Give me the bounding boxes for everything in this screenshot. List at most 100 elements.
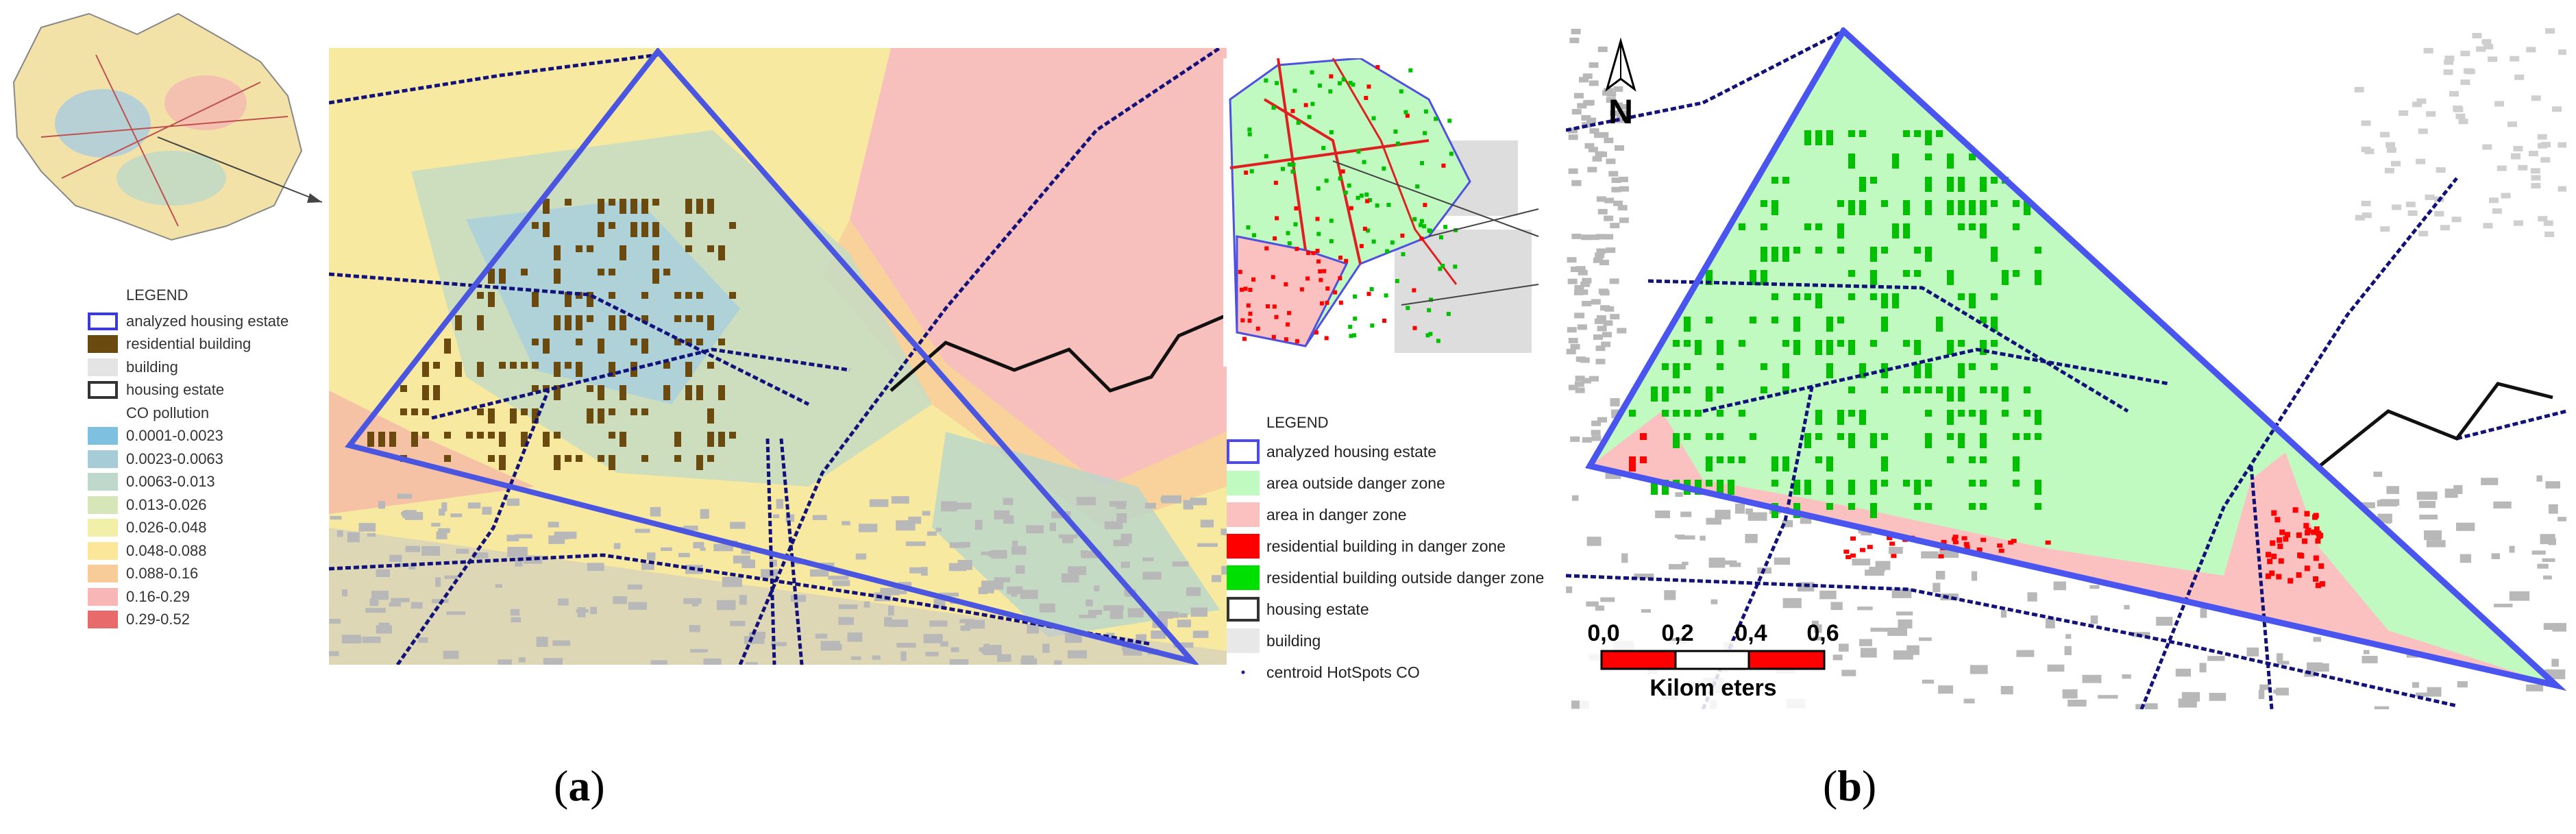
building-footprint — [1575, 376, 1585, 382]
building-footprint — [1655, 510, 1670, 519]
building-footprint — [1400, 233, 1405, 238]
building-footprint — [532, 362, 539, 369]
building-footprint — [2558, 49, 2566, 56]
paren: ) — [1861, 761, 1877, 810]
building-footprint — [1575, 387, 1585, 393]
building-footprint — [576, 315, 582, 330]
building-footprint — [1815, 340, 1822, 355]
building-footprint — [1893, 650, 1913, 660]
building-footprint — [1337, 81, 1342, 86]
building-footprint — [2318, 563, 2324, 569]
scale-tick: 0,4 — [1734, 620, 1767, 646]
building-footprint — [609, 408, 615, 415]
legend-item: 0.048-0.088 — [88, 539, 289, 563]
building-footprint — [1619, 217, 1629, 223]
building-footprint — [1597, 208, 1608, 214]
panel-letter: b — [1837, 761, 1862, 810]
building-footprint — [991, 550, 1007, 559]
building-footprint — [1366, 291, 1371, 296]
building-footprint — [1382, 166, 1386, 171]
building-footprint — [543, 339, 550, 354]
building-footprint — [730, 621, 746, 626]
building-footprint — [1604, 197, 1615, 204]
building-footprint — [1446, 312, 1451, 317]
building-footprint — [2426, 540, 2446, 548]
building-footprint — [620, 315, 626, 330]
legend-swatch — [1227, 534, 1260, 559]
building-footprint — [2313, 576, 2319, 582]
building-footprint — [1771, 480, 1778, 487]
building-footprint — [1991, 200, 1998, 207]
building-footprint — [431, 522, 441, 527]
building-footprint — [2373, 471, 2383, 477]
building-footprint — [2362, 656, 2378, 663]
building-footprint — [1324, 336, 1329, 341]
building-footprint — [1848, 200, 1855, 215]
building-footprint — [828, 576, 849, 580]
legend-swatch — [88, 381, 118, 400]
building-footprint — [565, 199, 572, 206]
building-footprint — [2089, 585, 2100, 589]
building-footprint — [609, 199, 615, 206]
building-footprint — [1020, 589, 1038, 600]
building-footprint — [696, 339, 703, 345]
building-footprint — [1614, 145, 1624, 151]
building-footprint — [1412, 217, 1417, 221]
building-footprint — [1700, 535, 1706, 541]
building-footprint — [1447, 119, 1452, 123]
building-footprint — [2451, 217, 2462, 223]
building-footprint — [1837, 200, 1844, 207]
building-footprint — [543, 222, 550, 237]
building-footprint — [2304, 511, 2310, 517]
legend-swatch — [1227, 597, 1260, 622]
building-footprint — [1925, 480, 1932, 487]
building-footprint — [1695, 410, 1702, 417]
building-footprint — [477, 292, 484, 299]
building-footprint — [2279, 529, 2285, 535]
building-footprint — [2513, 220, 2523, 226]
building-footprint — [1287, 310, 1292, 315]
building-footprint — [1403, 110, 1408, 114]
building-footprint — [1717, 387, 1724, 393]
building-footprint — [2322, 663, 2329, 672]
building-footprint — [1728, 480, 1734, 495]
building-footprint — [1919, 637, 1932, 641]
building-footprint — [620, 199, 626, 214]
panel-b-danger-zone-map: N 0,0 0,2 0,4 0,6 Kilom eters — [1566, 27, 2566, 709]
building-footprint — [1881, 317, 1888, 332]
building-footprint — [820, 641, 840, 651]
building-footprint — [2418, 230, 2429, 236]
building-footprint — [1602, 332, 1612, 338]
building-footprint — [1887, 627, 1907, 636]
building-footprint — [927, 531, 937, 536]
building-footprint — [532, 222, 539, 229]
building-footprint — [2278, 558, 2284, 564]
legend-swatch — [88, 450, 118, 468]
north-label: N — [1608, 93, 1633, 131]
building-footprint — [362, 636, 381, 643]
building-footprint — [1593, 257, 1603, 263]
building-footprint — [2354, 86, 2364, 93]
building-footprint — [863, 601, 870, 608]
building-footprint — [1892, 223, 1899, 238]
building-footprint — [400, 385, 407, 392]
building-footprint — [1641, 609, 1651, 613]
building-footprint — [739, 595, 747, 605]
building-footprint — [2491, 553, 2500, 559]
paren: ) — [590, 761, 605, 810]
building-footprint — [1651, 387, 1658, 402]
paren: ( — [1823, 761, 1838, 810]
building-footprint — [891, 495, 909, 504]
building-footprint — [1870, 247, 1877, 262]
legend-item: housing estate — [88, 379, 289, 402]
building-footprint — [2481, 39, 2492, 45]
building-footprint — [1947, 270, 1954, 285]
building-footprint — [499, 269, 506, 284]
building-footprint — [1892, 154, 1899, 169]
building-footprint — [2405, 201, 2416, 208]
building-footprint — [1664, 590, 1676, 600]
building-footprint — [661, 547, 672, 551]
building-footprint — [2302, 538, 2308, 544]
building-footprint — [1428, 332, 1433, 336]
building-footprint — [1859, 130, 1866, 137]
